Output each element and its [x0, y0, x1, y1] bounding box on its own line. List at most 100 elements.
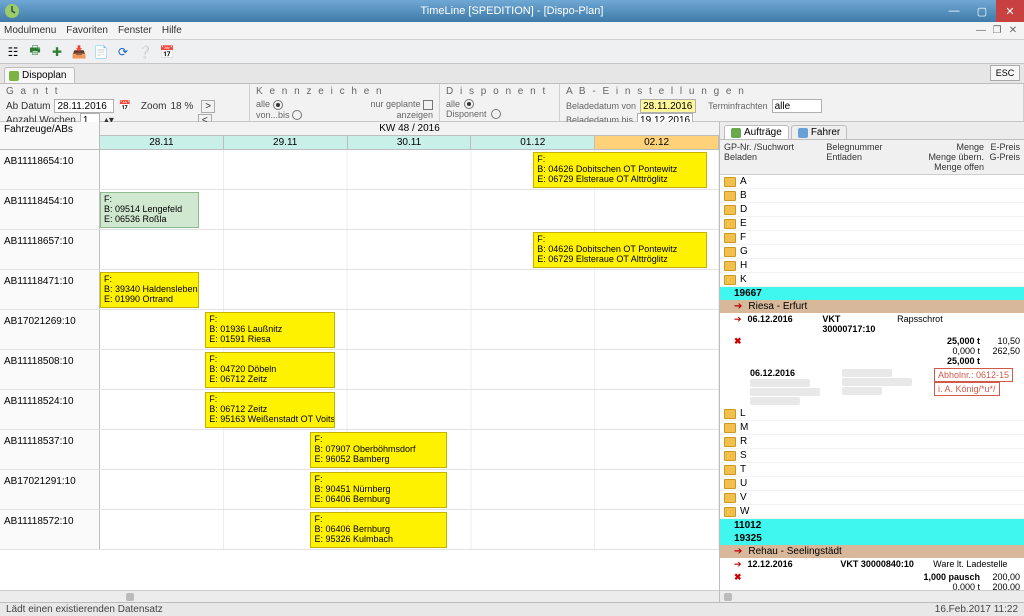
tb-refresh-icon[interactable]: ⟳ — [114, 43, 132, 61]
gantt-task[interactable]: F:B: 07907 OberböhmsdorfE: 96052 Bamberg — [310, 432, 446, 468]
timeline-cell[interactable]: F:B: 39340 HaldenslebenE: 01990 Ortrand — [100, 270, 719, 309]
kenn-vonbis-label: von...bis — [256, 110, 290, 120]
tb-print-icon[interactable]: 🖶 — [26, 43, 44, 61]
tab-dispoplan[interactable]: Dispoplan — [4, 67, 75, 83]
gantt-task[interactable]: F:B: 06406 BernburgE: 95326 Kulmbach — [310, 512, 446, 548]
tab-fahrer[interactable]: Fahrer — [791, 125, 847, 139]
vehicle-label[interactable]: AB11118654:10 — [0, 150, 100, 189]
gantt-hscroll[interactable] — [0, 590, 719, 602]
ab-datum-input[interactable] — [54, 99, 114, 113]
esc-button[interactable]: ESC — [990, 65, 1020, 81]
tab-auftraege[interactable]: Aufträge — [724, 125, 789, 139]
folder-row[interactable]: D — [720, 203, 1024, 217]
close-button[interactable]: ✕ — [996, 0, 1024, 22]
route-row[interactable]: ➔Riesa - Erfurt — [720, 300, 1024, 313]
menu-hilfe[interactable]: Hilfe — [162, 25, 182, 36]
group-number[interactable]: 19325 — [720, 532, 1024, 545]
vehicle-label[interactable]: AB11118524:10 — [0, 390, 100, 429]
kenn-alle-radio[interactable] — [273, 100, 283, 110]
zoom-right-button[interactable]: > — [201, 100, 215, 113]
orders-list[interactable]: ABDEFGHK19667➔Riesa - Erfurt➔06.12.2016V… — [720, 175, 1024, 590]
nur-geplante-check[interactable] — [423, 100, 433, 110]
maximize-button[interactable]: ▢ — [968, 0, 996, 22]
folder-label: H — [740, 260, 747, 271]
folder-row[interactable]: S — [720, 449, 1024, 463]
timeline-cell[interactable]: F:B: 06712 ZeitzE: 95163 Weißenstadt OT … — [100, 390, 719, 429]
mdi-restore[interactable]: ❐ — [990, 25, 1004, 36]
group-number[interactable]: 11012 — [720, 519, 1024, 532]
order-detail-row[interactable]: ✖25,000 t0,000 t25,000 t10,50262,50 — [720, 335, 1024, 367]
mdi-close[interactable]: ✕ — [1006, 25, 1020, 36]
tb-calendar-icon[interactable]: 📅 — [158, 43, 176, 61]
timeline-cell[interactable]: F:B: 06406 BernburgE: 95326 Kulmbach — [100, 510, 719, 549]
gantt-task[interactable]: F:B: 04626 Dobitschen OT PontewitzE: 067… — [533, 232, 706, 268]
timeline-cell[interactable]: F:B: 04720 DöbelnE: 06712 Zeitz — [100, 350, 719, 389]
order-row[interactable]: ➔06.12.2016VKT 30000717:10Rapsschrot — [720, 313, 1024, 335]
mdi-minimize[interactable]: ― — [974, 25, 988, 36]
disp-disp-radio[interactable] — [491, 109, 501, 119]
timeline-cell[interactable]: F:B: 04626 Dobitschen OT PontewitzE: 067… — [100, 230, 719, 269]
delete-icon[interactable]: ✖ — [734, 336, 742, 347]
folder-row[interactable]: L — [720, 407, 1024, 421]
minimize-button[interactable]: ― — [940, 0, 968, 22]
folder-row[interactable]: A — [720, 175, 1024, 189]
kenn-vonbis-radio[interactable] — [292, 110, 302, 120]
vehicle-label[interactable]: AB11118508:10 — [0, 350, 100, 389]
gantt-task[interactable]: F:B: 04626 Dobitschen OT PontewitzE: 067… — [533, 152, 706, 188]
vehicle-label[interactable]: AB17021291:10 — [0, 470, 100, 509]
gantt-task[interactable]: F:B: 06712 ZeitzE: 95163 Weißenstadt OT … — [205, 392, 335, 428]
menu-fenster[interactable]: Fenster — [118, 25, 152, 36]
gantt-body[interactable]: AB11118654:10 F:B: 04626 Dobitschen OT Po… — [0, 150, 719, 590]
folder-row[interactable]: R — [720, 435, 1024, 449]
gantt-row: AB17021269:10 F:B: 01936 LaußnitzE: 01591… — [0, 310, 719, 350]
gantt-task[interactable]: F:B: 09514 LengefeldE: 06536 Roßla — [100, 192, 199, 228]
orders-icon — [731, 128, 741, 138]
folder-row[interactable]: M — [720, 421, 1024, 435]
folder-row[interactable]: K — [720, 273, 1024, 287]
route-row[interactable]: ➔Rehau - Seelingstädt — [720, 545, 1024, 558]
gantt-task[interactable]: F:B: 90451 NürnbergE: 06406 Bernburg — [310, 472, 446, 508]
group-number[interactable]: 19667 — [720, 287, 1024, 300]
vehicle-label[interactable]: AB17021269:10 — [0, 310, 100, 349]
folder-row[interactable]: W — [720, 505, 1024, 519]
folder-row[interactable]: U — [720, 477, 1024, 491]
tb-help-icon[interactable]: ❔ — [136, 43, 154, 61]
gantt-task[interactable]: F:B: 39340 HaldenslebenE: 01990 Ortrand — [100, 272, 199, 308]
belade-von-input[interactable] — [640, 99, 696, 113]
folder-row[interactable]: H — [720, 259, 1024, 273]
menu-modulmenu[interactable]: Modulmenu — [4, 25, 56, 36]
folder-row[interactable]: E — [720, 217, 1024, 231]
timeline-cell[interactable]: F:B: 07907 OberböhmsdorfE: 96052 Bamberg — [100, 430, 719, 469]
delete-icon[interactable]: ✖ — [734, 572, 742, 583]
folder-row[interactable]: B — [720, 189, 1024, 203]
vehicle-label[interactable]: AB11118471:10 — [0, 270, 100, 309]
timeline-cell[interactable]: F:B: 04626 Dobitschen OT PontewitzE: 067… — [100, 150, 719, 189]
vehicle-label[interactable]: AB11118657:10 — [0, 230, 100, 269]
disp-alle-radio[interactable] — [464, 99, 474, 109]
gantt-task[interactable]: F:B: 04720 DöbelnE: 06712 Zeitz — [205, 352, 335, 388]
vehicle-label[interactable]: AB11118537:10 — [0, 430, 100, 469]
timeline-cell[interactable]: F:B: 90451 NürnbergE: 06406 Bernburg — [100, 470, 719, 509]
vehicle-label[interactable]: AB11118572:10 — [0, 510, 100, 549]
folder-icon — [724, 247, 736, 257]
tb-import-icon[interactable]: 📥 — [70, 43, 88, 61]
order-row[interactable]: ➔12.12.2016VKT 30000840:10Ware lt. Lades… — [720, 558, 1024, 571]
anzeigen-label: anzeigen — [396, 110, 433, 120]
folder-row[interactable]: F — [720, 231, 1024, 245]
tb-grid-icon[interactable]: ☷ — [4, 43, 22, 61]
menu-favoriten[interactable]: Favoriten — [66, 25, 108, 36]
calendar-icon[interactable]: 📅 — [118, 101, 130, 112]
folder-icon — [724, 219, 736, 229]
folder-row[interactable]: T — [720, 463, 1024, 477]
timeline-cell[interactable]: F:B: 09514 LengefeldE: 06536 Roßla — [100, 190, 719, 229]
folder-row[interactable]: G — [720, 245, 1024, 259]
folder-row[interactable]: V — [720, 491, 1024, 505]
timeline-cell[interactable]: F:B: 01936 LaußnitzE: 01591 Riesa — [100, 310, 719, 349]
gantt-task[interactable]: F:B: 01936 LaußnitzE: 01591 Riesa — [205, 312, 335, 348]
orders-hscroll[interactable] — [720, 590, 1024, 602]
tb-add-icon[interactable]: ✚ — [48, 43, 66, 61]
tb-doc-icon[interactable]: 📄 — [92, 43, 110, 61]
vehicle-label[interactable]: AB11118454:10 — [0, 190, 100, 229]
terminfrachten-input[interactable] — [772, 99, 822, 113]
order-detail-row[interactable]: ✖1,000 pausch0,000 t1,000 pausch200,0020… — [720, 571, 1024, 590]
